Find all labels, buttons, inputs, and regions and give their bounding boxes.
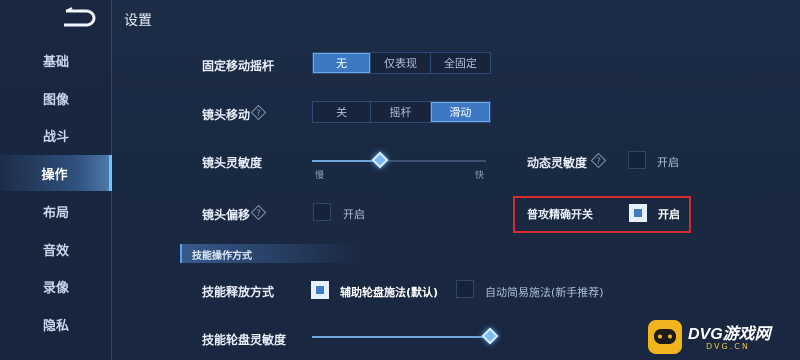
release-mode-option-b-label: 自动简易施法(新手推荐) xyxy=(485,286,604,299)
camera-move-option-joystick[interactable]: 摇杆 xyxy=(371,102,431,122)
svg-text:?: ? xyxy=(596,157,601,167)
camera-sensitivity-label: 镜头灵敏度 xyxy=(202,156,263,170)
camera-move-segmented-control: 关 摇杆 滑动 xyxy=(312,101,491,123)
release-mode-option-a-checkbox[interactable] xyxy=(311,281,329,299)
question-icon[interactable]: ? xyxy=(251,105,266,120)
question-icon[interactable]: ? xyxy=(591,153,606,168)
sidebar-item-privacy[interactable]: 隐私 xyxy=(0,306,112,342)
slider-min-label: 慢 xyxy=(315,171,325,181)
camera-offset-checkbox[interactable] xyxy=(313,203,331,221)
camera-offset-label: 镜头偏移 xyxy=(202,208,251,222)
section-title: 技能操作方式 xyxy=(192,251,252,262)
sidebar-item-label: 操作 xyxy=(41,167,68,183)
camera-sensitivity-slider-thumb[interactable] xyxy=(371,151,389,169)
sidebar-item-replay[interactable]: 录像 xyxy=(0,268,112,304)
sidebar-item-basic[interactable]: 基础 xyxy=(0,42,112,78)
sidebar-item-graphics[interactable]: 图像 xyxy=(0,80,112,116)
precise-attack-toggle-label: 开启 xyxy=(658,208,680,221)
joystick-option-none[interactable]: 无 xyxy=(313,53,372,73)
page-title: 设置 xyxy=(124,13,152,29)
back-arrow-icon[interactable] xyxy=(56,7,100,29)
joystick-option-full-fixed[interactable]: 全固定 xyxy=(431,53,490,73)
gamepad-logo-icon xyxy=(648,320,682,354)
sidebar-item-layout[interactable]: 布局 xyxy=(0,193,112,229)
sidebar-item-label: 战斗 xyxy=(42,129,69,145)
sidebar-item-label: 基础 xyxy=(42,54,69,70)
sidebar: 基础 图像 战斗 操作 布局 音效 录像 隐私 xyxy=(0,0,112,360)
watermark: DVG游戏网 DVG.CN xyxy=(648,318,798,358)
sidebar-item-combat[interactable]: 战斗 xyxy=(0,117,112,153)
camera-move-option-swipe[interactable]: 滑动 xyxy=(430,102,490,122)
dynamic-sensitivity-toggle-label: 开启 xyxy=(657,156,679,169)
camera-sensitivity-slider-fill xyxy=(312,160,380,162)
sidebar-item-label: 布局 xyxy=(42,205,69,221)
release-mode-option-b-checkbox[interactable] xyxy=(456,280,474,298)
sidebar-item-label: 录像 xyxy=(42,280,69,296)
watermark-brand: DVG游戏网 xyxy=(688,326,771,343)
release-mode-option-a-label: 辅助轮盘施法(默认) xyxy=(340,286,439,299)
slider-max-label: 快 xyxy=(475,171,485,181)
joystick-label: 固定移动摇杆 xyxy=(202,59,275,73)
camera-move-label: 镜头移动 xyxy=(202,108,251,122)
sidebar-item-label: 图像 xyxy=(42,92,69,108)
camera-offset-toggle-label: 开启 xyxy=(343,208,365,221)
sidebar-item-controls[interactable]: 操作 xyxy=(0,155,112,191)
precise-attack-label: 普攻精确开关 xyxy=(527,208,593,221)
wheel-sensitivity-label: 技能轮盘灵敏度 xyxy=(202,333,287,347)
release-mode-label: 技能释放方式 xyxy=(202,285,275,299)
precise-attack-checkbox[interactable] xyxy=(629,204,647,222)
joystick-segmented-control: 无 仅表现 全固定 xyxy=(312,52,491,74)
wheel-sensitivity-slider-fill xyxy=(312,336,490,338)
sidebar-item-label: 音效 xyxy=(42,243,69,259)
svg-text:?: ? xyxy=(256,109,261,119)
camera-move-option-off[interactable]: 关 xyxy=(313,102,372,122)
svg-text:?: ? xyxy=(256,209,261,219)
joystick-option-visual-only[interactable]: 仅表现 xyxy=(371,53,431,73)
watermark-url: DVG.CN xyxy=(706,342,750,351)
wheel-sensitivity-slider-thumb[interactable] xyxy=(481,327,499,345)
sidebar-item-sound[interactable]: 音效 xyxy=(0,231,112,267)
dynamic-sensitivity-label: 动态灵敏度 xyxy=(527,156,588,170)
dynamic-sensitivity-checkbox[interactable] xyxy=(628,151,646,169)
question-icon[interactable]: ? xyxy=(251,205,266,220)
sidebar-item-label: 隐私 xyxy=(42,318,69,334)
